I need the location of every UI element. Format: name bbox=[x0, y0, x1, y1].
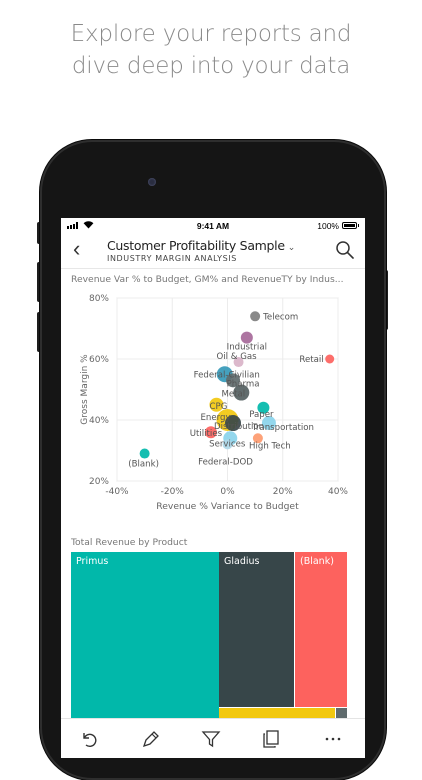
camera-icon bbox=[148, 178, 156, 186]
data-point[interactable] bbox=[250, 311, 261, 322]
bottom-toolbar bbox=[61, 718, 365, 758]
data-label: Pharma bbox=[227, 379, 260, 389]
report-title: Customer Profitability Sample bbox=[107, 238, 285, 253]
y-tick-label: 80% bbox=[89, 294, 109, 304]
more-options-icon[interactable] bbox=[323, 729, 343, 749]
data-label: Metal bbox=[221, 390, 245, 400]
back-chevron-icon[interactable]: ‹ bbox=[73, 238, 80, 260]
data-label: (Blank) bbox=[128, 460, 159, 470]
x-tick-label: 0% bbox=[220, 487, 235, 497]
y-axis-title: Gross Margin % bbox=[80, 354, 90, 425]
x-tick-label: 20% bbox=[273, 487, 293, 497]
data-point[interactable] bbox=[139, 448, 150, 459]
battery-percent: 100% bbox=[317, 221, 339, 231]
treemap-tile-primus[interactable]: Primus bbox=[71, 552, 219, 718]
treemap-tile-small-yellow[interactable] bbox=[219, 708, 335, 718]
treemap-label-blank: (Blank) bbox=[300, 556, 334, 567]
data-label: Paper bbox=[249, 410, 274, 420]
data-point[interactable] bbox=[325, 354, 335, 364]
data-label: Retail bbox=[299, 355, 323, 365]
data-label: High Tech bbox=[249, 441, 291, 451]
report-title-dropdown[interactable]: Customer Profitability Sample ⌄ bbox=[107, 238, 295, 253]
data-label: Oil & Gas bbox=[216, 352, 257, 362]
filter-icon[interactable] bbox=[201, 729, 221, 749]
treemap-tile-blank[interactable]: (Blank) bbox=[295, 552, 347, 707]
x-tick-label: -20% bbox=[161, 487, 185, 497]
pages-icon[interactable] bbox=[261, 729, 281, 749]
status-bar: 9:41 AM 100% bbox=[61, 218, 365, 234]
x-axis-title: Revenue % Variance to Budget bbox=[156, 501, 299, 512]
report-header: ‹ Customer Profitability Sample ⌄ INDUSTR… bbox=[61, 234, 365, 269]
chevron-down-icon: ⌄ bbox=[287, 243, 296, 253]
treemap-label-gladius: Gladius bbox=[224, 556, 260, 567]
headline: Explore your reports and dive deep into … bbox=[0, 18, 422, 82]
data-label: Federal-DOD bbox=[198, 457, 253, 467]
page-name: INDUSTRY MARGIN ANALYSIS bbox=[107, 254, 237, 263]
treemap-label-primus: Primus bbox=[76, 556, 109, 567]
y-tick-label: 60% bbox=[89, 355, 109, 365]
x-tick-label: -40% bbox=[105, 487, 129, 497]
treemap-tile-gladius[interactable]: Gladius bbox=[219, 552, 294, 707]
annotate-pen-icon[interactable] bbox=[141, 729, 161, 749]
headline-line-1: Explore your reports and bbox=[70, 21, 352, 47]
scatter-chart[interactable]: -40% -20% 0% 20% 40% 20% 40% 60% 80% Revenue % Va… bbox=[61, 284, 365, 520]
treemap-chart[interactable]: Primus Gladius (Blank) bbox=[71, 552, 347, 718]
search-icon[interactable] bbox=[335, 240, 355, 260]
data-label: Distribution bbox=[214, 422, 264, 432]
treemap-tile-small-grey[interactable] bbox=[336, 708, 347, 718]
battery-icon bbox=[342, 222, 359, 229]
treemap-visual-title[interactable]: Total Revenue by Product bbox=[71, 537, 359, 548]
y-tick-label: 40% bbox=[89, 416, 109, 426]
data-label: Services bbox=[209, 439, 246, 449]
headline-line-2: dive deep into your data bbox=[71, 53, 351, 79]
app-screen: 9:41 AM 100% ‹ Customer Profitability Sa… bbox=[61, 218, 365, 758]
undo-icon[interactable] bbox=[79, 729, 99, 749]
data-label: CPG bbox=[210, 402, 228, 412]
data-label: Telecom bbox=[262, 312, 298, 322]
x-tick-label: 40% bbox=[328, 487, 348, 497]
y-tick-label: 20% bbox=[89, 477, 109, 487]
